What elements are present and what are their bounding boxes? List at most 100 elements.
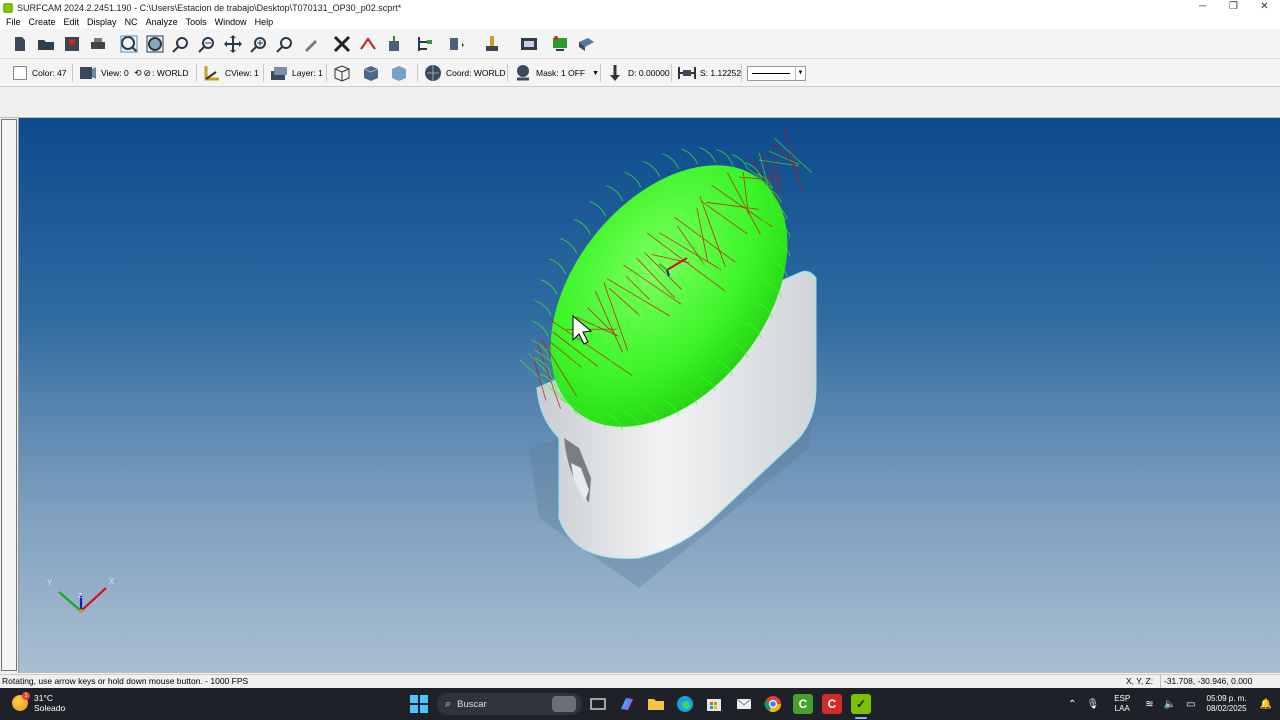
- notification-bell-icon[interactable]: 🔔: [1260, 699, 1272, 710]
- surfcam-green-button[interactable]: C: [793, 694, 813, 714]
- maximize-button[interactable]: ❐: [1218, 0, 1249, 15]
- shaded-edges-button[interactable]: [389, 62, 412, 84]
- side-panel-collapsed[interactable]: [1, 119, 17, 671]
- keyboard-layout: LAA: [1114, 704, 1130, 713]
- stock-button[interactable]: [575, 33, 597, 55]
- speaker-icon[interactable]: 🔈: [1164, 699, 1176, 710]
- search-placeholder: Buscar: [457, 698, 487, 710]
- zoom-extents-icon: [120, 35, 138, 53]
- toolpath-retract: [662, 153, 679, 170]
- minimize-button[interactable]: ─: [1187, 0, 1218, 15]
- menu-tools[interactable]: Tools: [182, 15, 211, 29]
- line-style-select[interactable]: ▼: [747, 65, 806, 81]
- tool-button[interactable]: [445, 33, 467, 55]
- copilot-icon: [621, 698, 633, 710]
- tree-icon: [418, 37, 432, 51]
- chevron-up-icon[interactable]: ⌃: [1068, 699, 1076, 710]
- edge-button[interactable]: [675, 694, 695, 714]
- zoom-out-icon: [198, 37, 214, 53]
- zoom-extents-button[interactable]: [118, 33, 140, 55]
- cview-selector[interactable]: CView: 1: [202, 62, 259, 84]
- close-button[interactable]: ✕: [1249, 0, 1280, 15]
- zoom-out-button[interactable]: [196, 33, 218, 55]
- battery-icon[interactable]: ▭: [1186, 699, 1195, 710]
- axis-label-y: Y: [47, 578, 53, 587]
- machine-icon: [521, 38, 537, 50]
- zoom-previous-button[interactable]: [274, 33, 296, 55]
- language-indicator[interactable]: ESP LAA: [1114, 694, 1130, 714]
- taskbar-search[interactable]: ⌕ Buscar: [437, 693, 582, 715]
- clock[interactable]: 05:09 p. m. 08/02/2025: [1207, 694, 1247, 714]
- operations-icon: [486, 36, 498, 51]
- step-field[interactable]: S: 1.12252: [677, 62, 741, 84]
- system-tray: ⌃ 🎙 ESP LAA ≋ 🔈 ▭ 05:09 p. m. 08/02/2025…: [1063, 688, 1280, 720]
- verify-button[interactable]: [549, 33, 571, 55]
- chevron-down-icon: ▼: [795, 66, 805, 80]
- toolpath-retract: [589, 201, 606, 217]
- zoom-all-button[interactable]: [144, 33, 166, 55]
- color-selector[interactable]: Color: 47: [13, 62, 67, 84]
- line-style-dropdown[interactable]: ▼: [747, 62, 806, 84]
- tree-button[interactable]: [414, 33, 436, 55]
- depth-field[interactable]: D: 0.00000: [605, 62, 670, 84]
- copilot-button[interactable]: [617, 694, 637, 714]
- sun-icon: 1: [12, 692, 30, 711]
- file-explorer-button[interactable]: [646, 694, 666, 714]
- coord-selector[interactable]: Coord: WORLD: [423, 62, 506, 84]
- redraw-button[interactable]: [300, 33, 322, 55]
- surfcam-red-button[interactable]: C: [822, 694, 842, 714]
- operations-button[interactable]: [481, 33, 503, 55]
- axis-label-z: Z: [78, 593, 83, 600]
- search-highlight-icon: [552, 696, 576, 712]
- shaded-button[interactable]: [361, 62, 384, 84]
- print-button[interactable]: [87, 33, 109, 55]
- store-button[interactable]: [704, 694, 724, 714]
- outlook-button[interactable]: [734, 694, 754, 714]
- start-button[interactable]: [409, 694, 429, 714]
- open-file-button[interactable]: [35, 33, 57, 55]
- layer-selector[interactable]: Layer: 1: [269, 62, 323, 84]
- weather-widget[interactable]: 1 31°C Soleado: [12, 692, 65, 713]
- view-selector[interactable]: View: 0: [78, 62, 129, 84]
- delete-x-icon: [333, 35, 351, 53]
- delete-button[interactable]: [331, 33, 353, 55]
- zoom-in-button[interactable]: [248, 33, 270, 55]
- toolpath-retract: [624, 171, 642, 188]
- menu-file[interactable]: File: [2, 15, 25, 29]
- toolbar-separator: [72, 64, 73, 82]
- menu-display[interactable]: Display: [83, 15, 121, 29]
- zoom-previous-icon: [276, 37, 292, 53]
- mask-selector[interactable]: Mask: 1 OFF ▼: [513, 62, 599, 84]
- menu-create[interactable]: Create: [25, 15, 60, 29]
- zoom-in-icon: [250, 37, 266, 53]
- world-selector[interactable]: ⟲ ⊘ : WORLD: [134, 62, 188, 84]
- mask-icon: [517, 65, 529, 81]
- wireframe-shade-button[interactable]: [332, 62, 355, 84]
- surfcam-active-icon: ✓: [855, 697, 867, 711]
- menu-analyze[interactable]: Analyze: [142, 15, 182, 29]
- graphics-viewport[interactable]: X Y Z: [19, 118, 1280, 673]
- world-label: : WORLD: [152, 68, 189, 78]
- menu-help[interactable]: Help: [251, 15, 278, 29]
- scene-canvas[interactable]: X Y Z: [19, 118, 1280, 673]
- menu-edit[interactable]: Edit: [60, 15, 84, 29]
- simulate-button[interactable]: [518, 33, 540, 55]
- trim-button[interactable]: [357, 33, 379, 55]
- menu-window[interactable]: Window: [211, 15, 251, 29]
- pan-button[interactable]: [222, 33, 244, 55]
- surfcam-active-button[interactable]: ✓: [851, 694, 871, 714]
- save-file-button[interactable]: [61, 33, 83, 55]
- status-bar: Rotating, use arrow keys or hold down mo…: [0, 674, 1280, 688]
- microphone-icon[interactable]: 🎙: [1086, 699, 1099, 710]
- new-file-button[interactable]: [9, 33, 31, 55]
- wifi-icon[interactable]: ≋: [1145, 699, 1153, 710]
- folder-icon: [648, 699, 664, 710]
- zoom-window-button[interactable]: [170, 33, 192, 55]
- task-view-button[interactable]: [588, 694, 608, 714]
- transform-button[interactable]: [383, 33, 405, 55]
- menu-nc[interactable]: NC: [121, 15, 142, 29]
- layer-label: Layer: 1: [292, 68, 323, 78]
- depth-label: D: 0.00000: [628, 68, 670, 78]
- color-swatch-icon: [13, 66, 27, 80]
- chrome-button[interactable]: [763, 694, 783, 714]
